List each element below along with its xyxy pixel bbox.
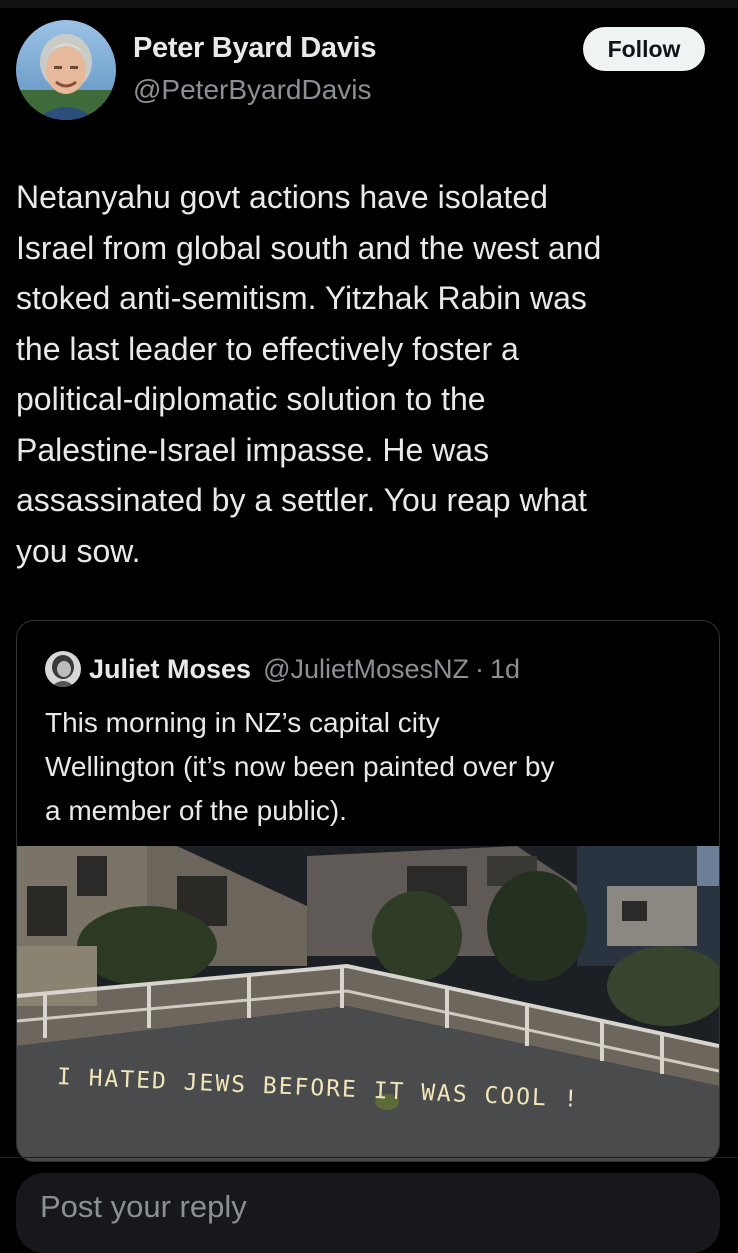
post-header: Peter Byard Davis @PeterByardDavis Follo… (0, 0, 738, 130)
quoted-post-header: Juliet Moses @JulietMosesNZ · 1d (45, 649, 520, 689)
profile-photo-icon (45, 651, 81, 687)
quoted-author-avatar[interactable] (45, 651, 81, 687)
divider (0, 1157, 738, 1158)
follow-button[interactable]: Follow (583, 27, 705, 71)
author-avatar[interactable] (16, 20, 116, 120)
author-handle[interactable]: @PeterByardDavis (133, 74, 372, 106)
reply-input[interactable]: Post your reply (16, 1173, 720, 1253)
post-text: Netanyahu govt actions have isolated Isr… (16, 179, 602, 569)
quoted-post-text: This morning in NZ’s capital city Wellin… (45, 707, 555, 826)
separator-dot: · (475, 653, 485, 684)
quoted-author-handle[interactable]: @JulietMosesNZ (263, 654, 469, 685)
profile-photo-icon (16, 20, 116, 120)
quoted-author-name[interactable]: Juliet Moses (89, 654, 251, 685)
reply-placeholder: Post your reply (40, 1189, 247, 1224)
quoted-timestamp[interactable]: 1d (490, 654, 520, 685)
author-name[interactable]: Peter Byard Davis (133, 32, 376, 65)
quoted-post-image[interactable]: I HATED JEWS BEFORE IT WAS COOL ! (17, 846, 719, 1161)
quoted-post[interactable]: Juliet Moses @JulietMosesNZ · 1d This mo… (16, 620, 720, 1162)
